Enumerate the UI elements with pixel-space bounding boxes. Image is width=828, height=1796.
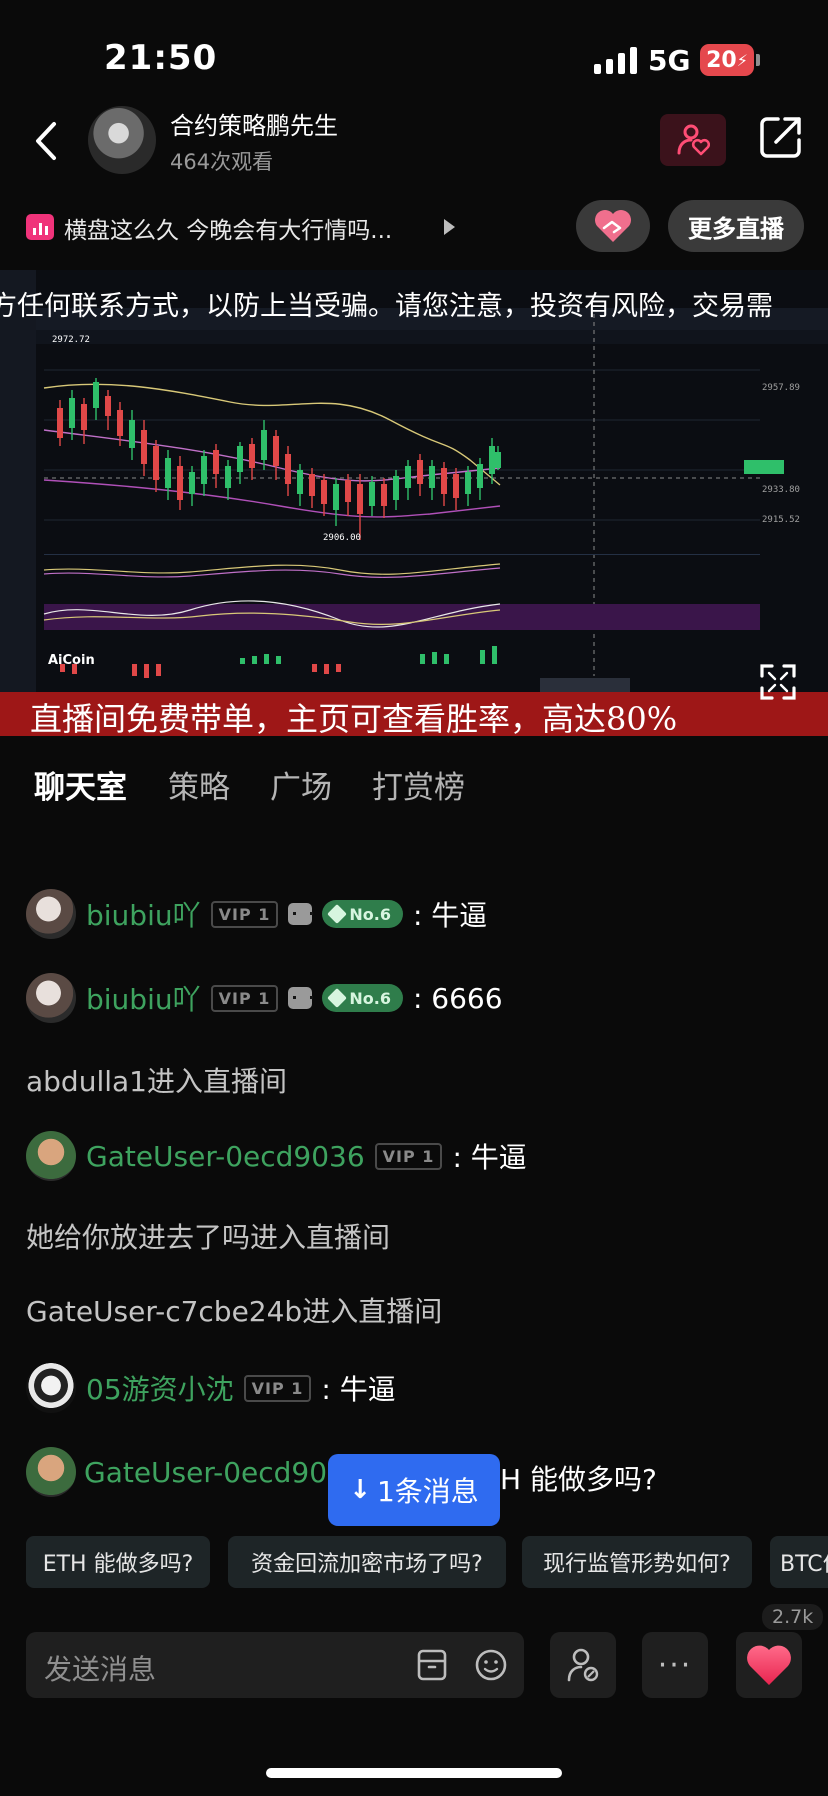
rank-text: No.6: [349, 904, 391, 924]
svg-text:2972.72: 2972.72: [52, 335, 90, 345]
host-avatar[interactable]: [88, 106, 156, 174]
box-icon[interactable]: [416, 1648, 448, 1682]
home-indicator: [266, 1768, 562, 1778]
chat-username[interactable]: GateUser-0ecd90: [84, 1456, 327, 1489]
fullscreen-icon[interactable]: [758, 662, 798, 702]
system-message: 她给你放进去了吗进入直播间: [26, 1221, 391, 1254]
svg-text:AiCoin: AiCoin: [48, 653, 95, 668]
svg-text:2933.80: 2933.80: [762, 485, 800, 495]
chat-username[interactable]: biubiu吖: [86, 894, 201, 934]
chat-message: 05游资小沈 VIP 1 : 牛逼: [26, 1362, 396, 1414]
heart-gift-button[interactable]: [576, 200, 650, 252]
user-avatar[interactable]: [26, 889, 76, 939]
rank-badge: No.6: [322, 900, 403, 928]
like-button[interactable]: [736, 1632, 802, 1698]
signal-icon: [594, 46, 637, 74]
chat-message: GateUser-0ecd90: [26, 1446, 327, 1498]
chat-username[interactable]: 05游资小沈: [86, 1368, 234, 1408]
tab-gift-ranking[interactable]: 打赏榜: [372, 762, 465, 807]
svg-text:2957.89: 2957.89: [762, 383, 800, 393]
chat-message: biubiu吖 VIP 1 No.6 : 牛逼: [26, 888, 487, 940]
quick-question-chip[interactable]: 现行监管形势如何?: [522, 1536, 752, 1588]
chat-text: : 6666: [412, 981, 503, 1015]
vip-badge: VIP 1: [374, 1142, 443, 1170]
more-dots-icon: ···: [657, 1647, 693, 1683]
user-avatar[interactable]: [26, 1447, 76, 1497]
like-count: 2.7k: [762, 1604, 824, 1630]
new-message-button[interactable]: ↓ 1条消息: [328, 1454, 500, 1526]
more-live-button[interactable]: 更多直播: [668, 200, 804, 252]
chat-text: : 牛逼: [321, 1373, 396, 1406]
video-notice-text: 方任何联系方式，以防上当受骗。请您注意，投资有风险，交易需: [0, 291, 773, 320]
share-icon[interactable]: [758, 114, 804, 160]
play-arrow-icon[interactable]: [444, 219, 455, 235]
live-video[interactable]: 2957.89 2933.80 2915.52 2906.00 2972.72 AiC…: [0, 270, 828, 736]
host-name[interactable]: 合约策略鹏先生: [170, 106, 338, 141]
heart-handshake-icon: [595, 210, 631, 242]
follow-button[interactable]: [660, 114, 726, 166]
svg-text:2906.00: 2906.00: [323, 533, 361, 543]
battery-tip: [756, 54, 760, 66]
video-promo-banner: 直播间免费带单，主页可查看胜率，高达80%: [0, 692, 828, 736]
chat-message: biubiu吖 VIP 1 No.6 : 6666: [26, 972, 503, 1024]
quick-question-chip[interactable]: ETH 能做多吗?: [26, 1536, 210, 1588]
network-type: 5G: [648, 44, 691, 77]
tab-chat[interactable]: 聊天室: [34, 762, 127, 807]
system-message: abdulla1进入直播间: [26, 1065, 287, 1098]
chat-username[interactable]: biubiu吖: [86, 978, 201, 1018]
tab-strategy[interactable]: 策略: [168, 762, 230, 807]
user-avatar[interactable]: [26, 1363, 76, 1413]
user-avatar[interactable]: [26, 973, 76, 1023]
chat-text: : 牛逼: [412, 899, 488, 932]
arrow-down-icon: ↓: [349, 1475, 371, 1505]
more-button[interactable]: ···: [642, 1632, 708, 1698]
follow-heart-user-icon: [677, 124, 710, 156]
diamond-icon: [327, 904, 348, 924]
back-icon[interactable]: [32, 118, 62, 164]
rank-badge: No.6: [322, 984, 403, 1012]
user-action-button[interactable]: [550, 1632, 616, 1698]
new-message-label: 1条消息: [376, 1475, 479, 1508]
vip-badge: VIP 1: [210, 900, 279, 928]
vip-badge: VIP 1: [210, 984, 279, 1012]
video-notice-scroll: 方任何联系方式，以防上当受骗。请您注意，投资有风险，交易需: [0, 284, 828, 320]
message-input-placeholder: 发送消息: [44, 1653, 157, 1686]
svg-text:2915.52: 2915.52: [762, 515, 800, 525]
user-avatar[interactable]: [26, 1131, 76, 1181]
quick-question-chip[interactable]: 资金回流加密市场了吗?: [228, 1536, 506, 1588]
comment-icon: [288, 903, 314, 925]
chat-text: : 牛逼: [452, 1141, 527, 1174]
view-count: 464次观看: [170, 150, 274, 174]
chat-username[interactable]: GateUser-0ecd9036: [86, 1140, 365, 1173]
trading-chart-screen: 2957.89 2933.80 2915.52 2906.00 2972.72 AiC…: [0, 270, 828, 736]
user-settings-icon: [567, 1648, 599, 1682]
heart-icon: [747, 1645, 791, 1685]
quick-question-chip[interactable]: BTC价: [770, 1536, 828, 1588]
battery-level: 20: [706, 47, 737, 73]
chat-text: H 能做多吗?: [500, 1463, 657, 1496]
status-time: 21:50: [104, 38, 218, 78]
emoji-icon[interactable]: [474, 1648, 508, 1682]
live-bars-icon: [26, 214, 54, 240]
comment-icon: [288, 987, 314, 1009]
diamond-icon: [327, 988, 348, 1008]
live-topic[interactable]: 横盘这么久 今晚会有大行情吗...: [64, 211, 392, 245]
rank-text: No.6: [349, 988, 391, 1008]
chat-message: GateUser-0ecd9036 VIP 1 : 牛逼: [26, 1130, 527, 1182]
system-message: GateUser-c7cbe24b进入直播间: [26, 1295, 443, 1328]
video-banner-text: 直播间免费带单，主页可查看胜率，高达80%: [30, 700, 678, 736]
battery-icon: 20 ⚡: [700, 44, 754, 76]
vip-badge: VIP 1: [243, 1374, 312, 1402]
tab-square[interactable]: 广场: [270, 762, 332, 807]
